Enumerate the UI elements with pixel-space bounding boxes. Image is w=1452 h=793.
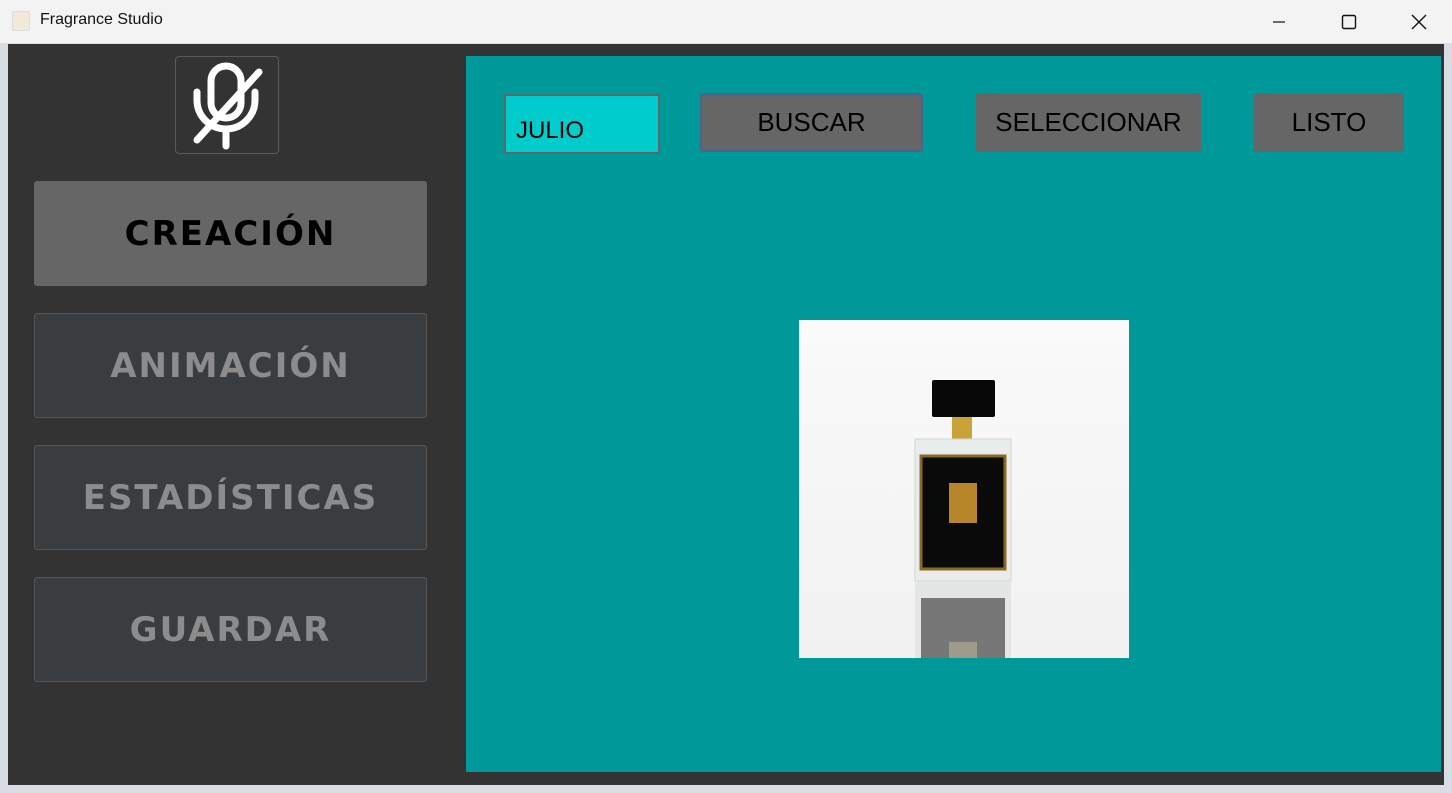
app-icon — [12, 11, 30, 31]
seleccionar-button[interactable]: SELECCIONAR — [976, 93, 1201, 152]
sidebar-item-estadisticas[interactable]: ESTADÍSTICAS — [34, 445, 427, 550]
maximize-button[interactable] — [1314, 0, 1384, 43]
title-bar: Fragrance Studio — [0, 0, 1452, 43]
sidebar-item-animacion[interactable]: ANIMACIÓN — [34, 313, 427, 418]
window-title: Fragrance Studio — [40, 11, 163, 28]
close-icon — [1411, 14, 1427, 29]
perfume-bottle-illustration — [914, 380, 1012, 658]
minimize-button[interactable] — [1244, 0, 1314, 43]
buscar-button[interactable]: BUSCAR — [700, 93, 923, 152]
perfume-image — [799, 320, 1129, 658]
microphone-off-icon — [193, 62, 263, 150]
sidebar-item-guardar[interactable]: GUARDAR — [34, 577, 427, 682]
search-input[interactable] — [504, 94, 660, 154]
close-button[interactable] — [1384, 0, 1452, 43]
sidebar-item-creacion[interactable]: CREACIÓN — [34, 181, 427, 286]
minimize-icon — [1273, 20, 1285, 23]
main-window: CREACIÓN ANIMACIÓN ESTADÍSTICAS GUARDAR … — [8, 44, 1444, 785]
maximize-icon — [1341, 14, 1357, 29]
content-panel: BUSCAR SELECCIONAR LISTO — [466, 56, 1441, 772]
listo-button[interactable]: LISTO — [1254, 93, 1404, 152]
app-logo — [175, 56, 279, 154]
